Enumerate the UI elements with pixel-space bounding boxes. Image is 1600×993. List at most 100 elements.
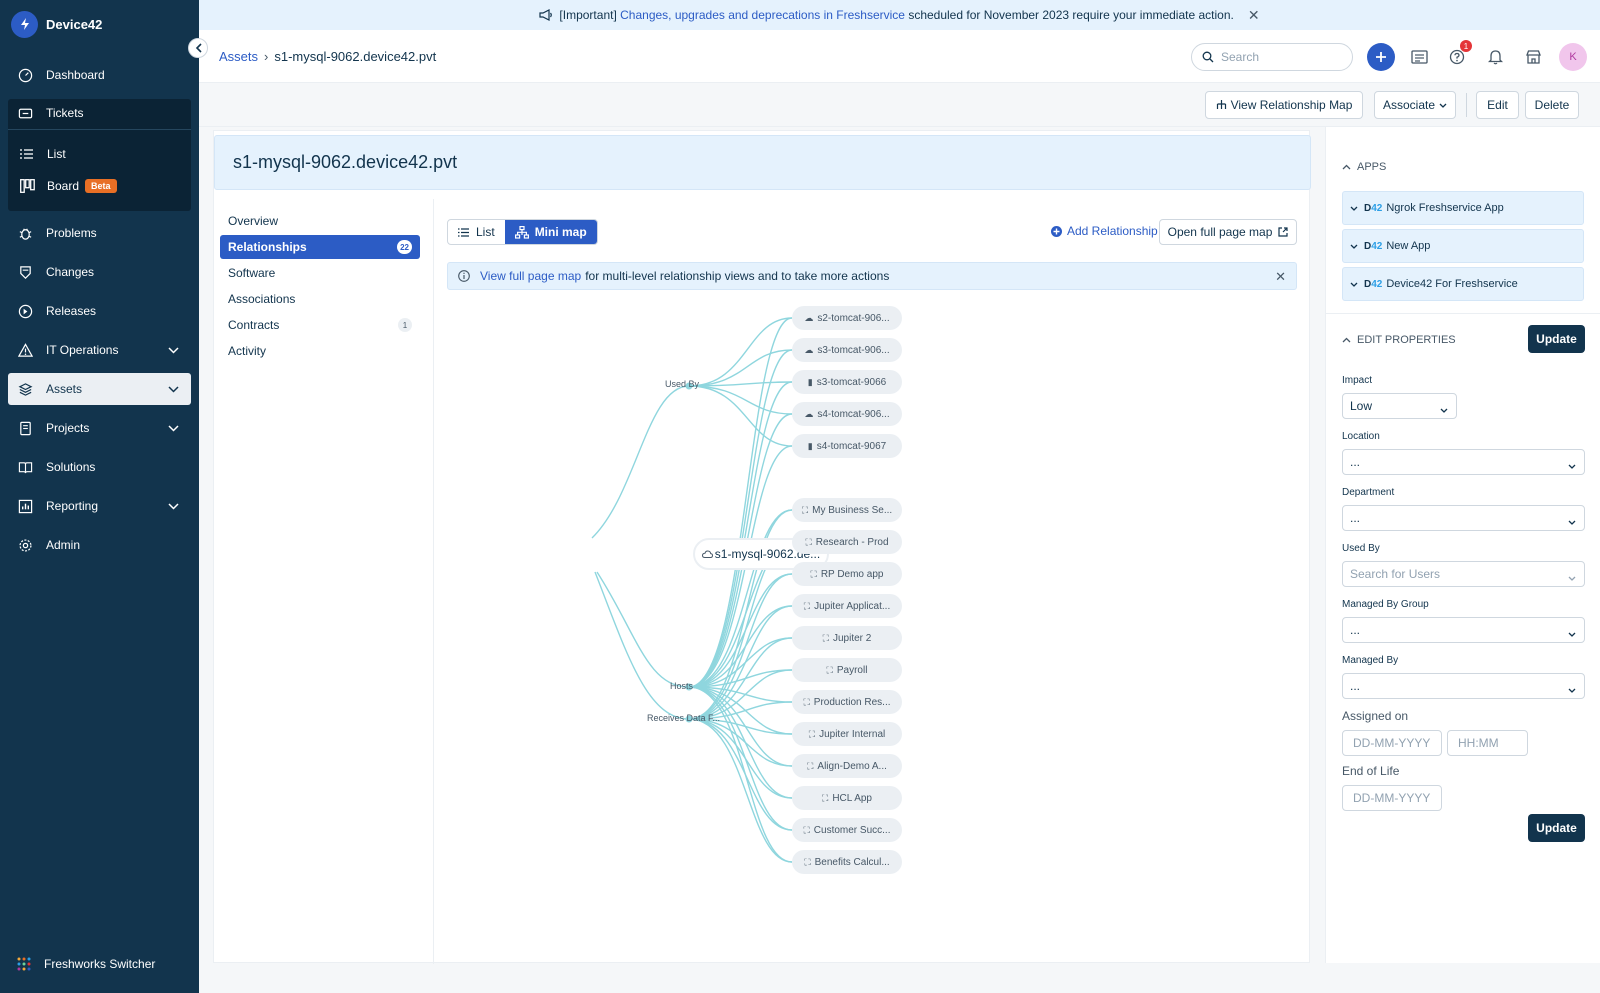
tab-associations[interactable]: Associations — [220, 287, 420, 311]
edit-button[interactable]: Edit — [1476, 91, 1519, 119]
freshworks-switcher[interactable]: Freshworks Switcher — [17, 957, 155, 971]
assigned-on-date-input[interactable]: DD-MM-YYYY — [1342, 730, 1442, 756]
tab-software[interactable]: Software — [220, 261, 420, 285]
sidebar-item-it-operations[interactable]: IT Operations — [8, 334, 191, 366]
end-of-life-input[interactable]: DD-MM-YYYY — [1342, 785, 1442, 811]
sidebar-item-label: IT Operations — [46, 343, 119, 357]
impact-select[interactable]: Low — [1342, 393, 1457, 419]
relationship-node[interactable]: ⛶ Jupiter 2 — [792, 626, 902, 650]
sidebar-item-assets[interactable]: Assets — [8, 373, 191, 405]
close-icon[interactable]: ✕ — [1248, 7, 1260, 24]
sidebar-item-reporting[interactable]: Reporting — [8, 490, 191, 522]
managed-by-value: ... — [1350, 679, 1361, 693]
cloud-icon: ☁ — [804, 312, 814, 323]
sidebar-item-dashboard[interactable]: Dashboard — [8, 59, 191, 91]
sidebar-item-admin[interactable]: Admin — [8, 529, 191, 561]
sidebar-item-label: Problems — [46, 226, 97, 240]
used-by-select[interactable]: Search for Users — [1342, 561, 1585, 587]
chevron-down-icon — [1568, 570, 1576, 584]
relationship-node[interactable]: ☁ s4-tomcat-906... — [792, 402, 902, 426]
relationship-node[interactable]: ☁ s2-tomcat-906... — [792, 306, 902, 330]
sidebar-item-tickets[interactable]: Tickets — [8, 97, 191, 129]
assigned-on-time-input[interactable]: HH:MM — [1447, 730, 1528, 756]
banner-link[interactable]: Changes, upgrades and deprecations in Fr… — [620, 8, 905, 22]
sidebar-item-problems[interactable]: Problems — [8, 217, 191, 249]
relationship-node[interactable]: ⛶ Payroll — [792, 658, 902, 682]
relationship-node[interactable]: ⛶ Jupiter Internal — [792, 722, 902, 746]
sidebar-item-projects[interactable]: Projects — [8, 412, 191, 444]
app-card[interactable]: D42 Ngrok Freshservice App — [1342, 191, 1584, 225]
sidebar-item-releases[interactable]: Releases — [8, 295, 191, 327]
node-label: Align-Demo A... — [817, 760, 887, 772]
tab-contracts[interactable]: Contracts 1 — [220, 313, 420, 337]
relationship-node[interactable]: ☁ s3-tomcat-906... — [792, 338, 902, 362]
close-icon[interactable]: ✕ — [1275, 269, 1286, 285]
relationship-node[interactable]: ▮ s4-tomcat-9067 — [792, 434, 902, 458]
tab-relationships[interactable]: Relationships 22 — [220, 235, 420, 259]
department-select[interactable]: ... — [1342, 505, 1585, 531]
location-label: Location — [1342, 431, 1380, 442]
list-view-button[interactable]: List — [448, 220, 505, 244]
list-icon — [458, 227, 469, 237]
toolbar: View Relationship Map Associate Edit Del… — [199, 83, 1600, 127]
node-label: Payroll — [836, 664, 868, 676]
delete-button[interactable]: Delete — [1525, 91, 1579, 119]
view-full-map-link[interactable]: View full page map — [480, 269, 581, 283]
sidebar-item-list[interactable]: List — [8, 140, 191, 168]
chevron-down-icon — [168, 499, 179, 513]
relationship-node[interactable]: ⛶ Align-Demo A... — [792, 754, 902, 778]
add-relationship-link[interactable]: Add Relationship — [1051, 224, 1158, 238]
relationship-node[interactable]: ▮ s3-tomcat-9066 — [792, 370, 902, 394]
relationship-node[interactable]: ⛶ Customer Succ... — [792, 818, 902, 842]
relationship-edge — [594, 571, 690, 720]
requests-button[interactable] — [1405, 43, 1433, 71]
apps-section-header[interactable]: APPS — [1342, 161, 1386, 173]
location-select[interactable]: ... — [1342, 449, 1585, 475]
relationship-node[interactable]: ⛶ Research - Prod — [792, 530, 902, 554]
sidebar-item-label: Solutions — [46, 460, 96, 474]
sidebar-item-changes[interactable]: Changes — [8, 256, 191, 288]
update-button[interactable]: Update — [1528, 814, 1585, 842]
relationship-edge — [688, 686, 793, 799]
associate-button[interactable]: Associate — [1374, 91, 1456, 119]
avatar[interactable]: K — [1559, 43, 1587, 71]
app-card[interactable]: D42 Device42 For Freshservice — [1342, 267, 1584, 301]
page-header: Assets › s1-mysql-9062.device42.pvt Sear… — [199, 30, 1600, 83]
sidebar-item-board[interactable]: Board Beta — [8, 172, 191, 200]
help-button[interactable]: 1 — [1443, 40, 1472, 71]
relationship-node[interactable]: ⛶ RP Demo app — [792, 562, 902, 586]
collapse-sidebar-button[interactable] — [188, 38, 208, 58]
brand[interactable]: Device42 — [0, 0, 199, 48]
open-full-page-map-button[interactable]: Open full page map — [1159, 219, 1297, 245]
app-name: New App — [1386, 240, 1431, 252]
notifications-button[interactable] — [1481, 43, 1509, 71]
sidebar-item-solutions[interactable]: Solutions — [8, 451, 191, 483]
view-relationship-map-button[interactable]: View Relationship Map — [1205, 91, 1363, 119]
relationship-node[interactable]: ⛶ Jupiter Applicat... — [792, 594, 902, 618]
managed-by-group-select[interactable]: ... — [1342, 617, 1585, 643]
app-card[interactable]: D42 New App — [1342, 229, 1584, 263]
breadcrumb-assets[interactable]: Assets — [219, 49, 258, 64]
relationship-node[interactable]: ⛶ Benefits Calcul... — [792, 850, 902, 874]
sidebar-item-label: Releases — [46, 304, 97, 318]
update-button[interactable]: Update — [1528, 325, 1585, 353]
node-label: RP Demo app — [820, 568, 884, 580]
new-button[interactable] — [1367, 43, 1395, 71]
tab-overview[interactable]: Overview — [220, 209, 420, 233]
search-input[interactable]: Search — [1191, 43, 1353, 71]
managed-by-select[interactable]: ... — [1342, 673, 1585, 699]
sidebar-item-label: Changes — [46, 265, 95, 279]
relationship-node[interactable]: ⛶ My Business Se... — [792, 498, 902, 522]
chevron-down-icon — [1568, 682, 1576, 696]
edit-properties-header[interactable]: EDIT PROPERTIES — [1342, 334, 1456, 346]
relationship-node[interactable]: ⛶ Production Res... — [792, 690, 902, 714]
marketplace-button[interactable] — [1519, 43, 1547, 71]
count-badge: 22 — [397, 240, 412, 254]
tab-activity[interactable]: Activity — [220, 339, 420, 363]
mini-map-view-button[interactable]: Mini map — [504, 220, 597, 244]
relationship-node[interactable]: ⛶ HCL App — [792, 786, 902, 810]
tab-label: Software — [228, 266, 276, 280]
app-icon: ⛶ — [808, 728, 816, 739]
open-map-label: Open full page map — [1167, 225, 1273, 239]
assets-icon — [17, 381, 33, 397]
